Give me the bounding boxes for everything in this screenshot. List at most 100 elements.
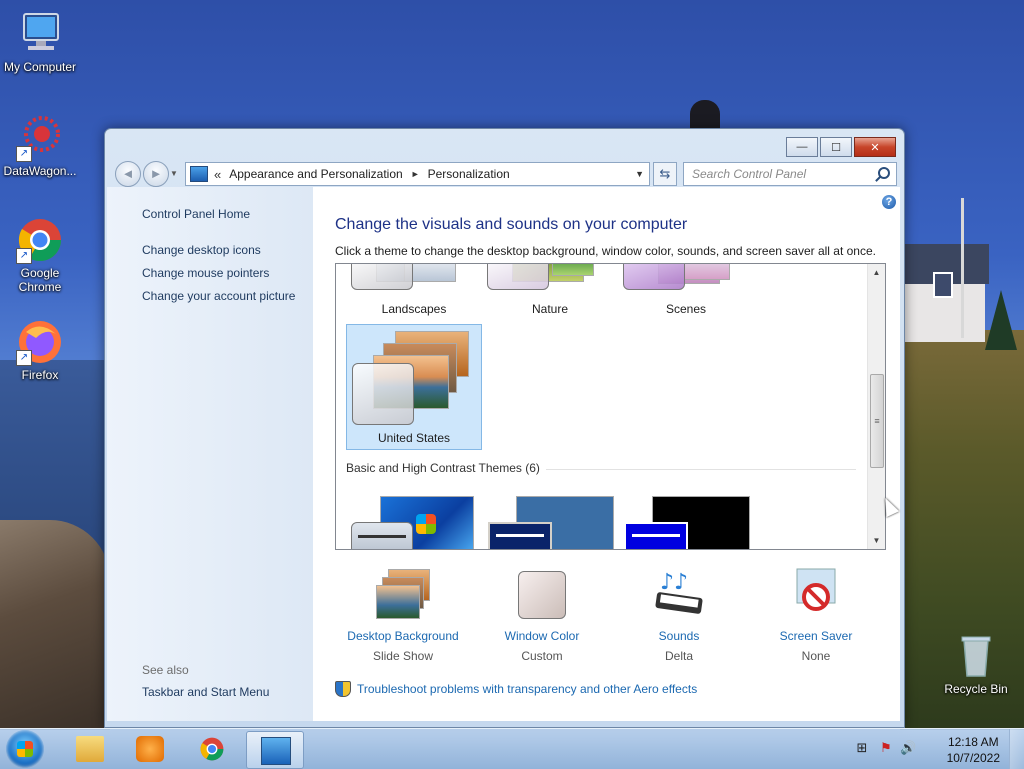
theme-name: Landscapes xyxy=(381,302,447,316)
taskbar-chrome-button[interactable] xyxy=(184,731,240,767)
desktop-icon-google-chrome[interactable]: ↗ Google Chrome xyxy=(0,216,80,294)
taskbar: ⊞ ⚑ 🔊 12:18 AM 10/7/2022 xyxy=(0,728,1024,769)
personalization-window: — ☐ ✕ ◄ ► ▼ « Appearance and Personaliza… xyxy=(104,128,905,728)
page-title: Change the visuals and sounds on your co… xyxy=(335,216,688,233)
theme-united-states[interactable]: United States xyxy=(346,324,482,450)
basic-themes-group-label: Basic and High Contrast Themes (6) xyxy=(346,461,540,475)
volume-icon[interactable]: 🔊 xyxy=(900,740,916,756)
back-button[interactable]: ◄ xyxy=(115,161,141,187)
sounds-label[interactable]: Sounds xyxy=(614,629,744,643)
scrollbar-thumb[interactable]: ≡ xyxy=(870,374,884,468)
desktop-background-icon xyxy=(374,567,432,623)
desktop-icon-label: DataWagon... xyxy=(3,164,77,178)
computer-icon xyxy=(16,10,64,58)
screen-saver-label[interactable]: Screen Saver xyxy=(751,629,881,643)
window-color-label[interactable]: Window Color xyxy=(477,629,607,643)
clock[interactable]: 12:18 AM 10/7/2022 xyxy=(947,734,1000,766)
chrome-icon: ↗ xyxy=(16,216,64,264)
theme-name: United States xyxy=(377,431,451,445)
change-desktop-icons-link[interactable]: Change desktop icons xyxy=(142,243,261,257)
taskbar-explorer-button[interactable] xyxy=(62,731,118,767)
troubleshoot-link[interactable]: Troubleshoot problems with transparency … xyxy=(335,681,697,697)
taskbar-control-panel-button[interactable] xyxy=(246,731,304,769)
desktop-background-value: Slide Show xyxy=(372,649,434,663)
breadcrumb-separator-icon[interactable]: ► xyxy=(411,169,420,179)
desktop-icon-label: My Computer xyxy=(3,60,77,74)
control-panel-home-link[interactable]: Control Panel Home xyxy=(142,207,250,221)
back-arrow-icon: ◄ xyxy=(121,166,135,181)
address-overflow-chevron[interactable]: « xyxy=(214,167,221,182)
screen-saver-icon xyxy=(787,567,845,623)
shield-icon xyxy=(335,681,351,697)
clock-date: 10/7/2022 xyxy=(946,751,1000,765)
refresh-button[interactable]: ⇆ xyxy=(653,162,677,186)
page-subtitle: Click a theme to change the desktop back… xyxy=(335,244,876,258)
scroll-down-icon[interactable]: ▼ xyxy=(868,532,885,549)
theme-name: Scenes xyxy=(665,302,707,316)
main-content: ? Change the visuals and sounds on your … xyxy=(313,187,900,721)
group-divider xyxy=(546,469,856,470)
address-dropdown-icon[interactable]: ▼ xyxy=(635,169,644,179)
see-also-label: See also xyxy=(142,663,189,677)
show-desktop-button[interactable] xyxy=(1009,729,1024,769)
wallpaper-flagpole xyxy=(961,198,964,338)
minimize-button[interactable]: — xyxy=(786,137,818,157)
desktop-background-label[interactable]: Desktop Background xyxy=(338,629,468,643)
system-tray: ⊞ ⚑ 🔊 12:18 AM 10/7/2022 xyxy=(854,729,1024,769)
search-icon[interactable] xyxy=(876,167,890,181)
desktop-icon-label: Recycle Bin xyxy=(944,682,1008,696)
scroll-up-icon[interactable]: ▲ xyxy=(868,264,885,281)
change-account-picture-link[interactable]: Change your account picture xyxy=(142,289,295,303)
close-button[interactable]: ✕ xyxy=(854,137,896,157)
desktop-icon-label: Firefox xyxy=(21,368,59,382)
themes-list[interactable]: Landscapes Nature Scenes United States B… xyxy=(335,263,886,550)
shortcut-arrow-icon: ↗ xyxy=(16,146,32,162)
recent-pages-chevron-icon[interactable]: ▼ xyxy=(170,169,178,178)
help-icon[interactable]: ? xyxy=(882,195,896,209)
maximize-button[interactable]: ☐ xyxy=(820,137,852,157)
sounds-setting[interactable]: ♪♪ Sounds Delta xyxy=(614,567,744,663)
breadcrumb-appearance[interactable]: Appearance and Personalization xyxy=(229,167,402,181)
desktop-icon-datawagon[interactable]: ↗ DataWagon... xyxy=(0,114,80,178)
theme-nature[interactable]: Nature xyxy=(482,264,618,322)
screen-saver-setting[interactable]: Screen Saver None xyxy=(751,567,881,663)
theme-high-contrast[interactable] xyxy=(618,492,754,549)
window-color-icon xyxy=(513,567,571,623)
svg-text:♪♪: ♪♪ xyxy=(660,570,688,595)
wallpaper-lighthouse xyxy=(690,100,720,130)
left-navigation-pane: Control Panel Home Change desktop icons … xyxy=(107,187,313,721)
wallpaper-rocks xyxy=(0,520,110,730)
taskbar-start-menu-link[interactable]: Taskbar and Start Menu xyxy=(142,685,269,699)
shortcut-arrow-icon: ↗ xyxy=(16,248,32,264)
theme-scenes[interactable]: Scenes xyxy=(618,264,754,322)
media-player-icon xyxy=(136,736,164,762)
breadcrumb-personalization[interactable]: Personalization xyxy=(428,167,510,181)
search-box[interactable]: Search Control Panel xyxy=(683,162,897,186)
theme-windows-7-basic[interactable] xyxy=(346,492,482,549)
desktop-icon-firefox[interactable]: ↗ Firefox xyxy=(0,318,80,382)
forward-arrow-icon: ► xyxy=(149,166,163,181)
window-color-setting[interactable]: Window Color Custom xyxy=(477,567,607,663)
navigation-bar: ◄ ► ▼ « Appearance and Personalization ►… xyxy=(113,161,897,187)
caption-buttons: — ☐ ✕ xyxy=(786,137,896,157)
change-mouse-pointers-link[interactable]: Change mouse pointers xyxy=(142,266,269,280)
troubleshoot-link-label[interactable]: Troubleshoot problems with transparency … xyxy=(357,682,697,696)
theme-landscapes[interactable]: Landscapes xyxy=(346,264,482,322)
desktop-background-setting[interactable]: Desktop Background Slide Show xyxy=(338,567,468,663)
theme-windows-classic[interactable] xyxy=(482,492,618,549)
network-icon[interactable]: ⊞ xyxy=(854,740,870,756)
wallpaper-tree xyxy=(985,290,1017,350)
start-button[interactable] xyxy=(6,730,44,768)
desktop-icon-my-computer[interactable]: My Computer xyxy=(0,10,80,74)
action-center-flag-icon[interactable]: ⚑ xyxy=(878,740,894,756)
screen-saver-value: None xyxy=(801,649,831,663)
sounds-value: Delta xyxy=(664,649,693,663)
recycle-bin-icon xyxy=(952,632,1000,680)
sounds-icon: ♪♪ xyxy=(650,567,708,623)
clock-time: 12:18 AM xyxy=(947,735,999,749)
taskbar-media-player-button[interactable] xyxy=(122,731,178,767)
desktop-icon-recycle-bin[interactable]: Recycle Bin xyxy=(936,632,1016,696)
forward-button[interactable]: ► xyxy=(143,161,169,187)
window-color-value: Custom xyxy=(521,649,563,663)
address-bar[interactable]: « Appearance and Personalization ► Perso… xyxy=(185,162,650,186)
